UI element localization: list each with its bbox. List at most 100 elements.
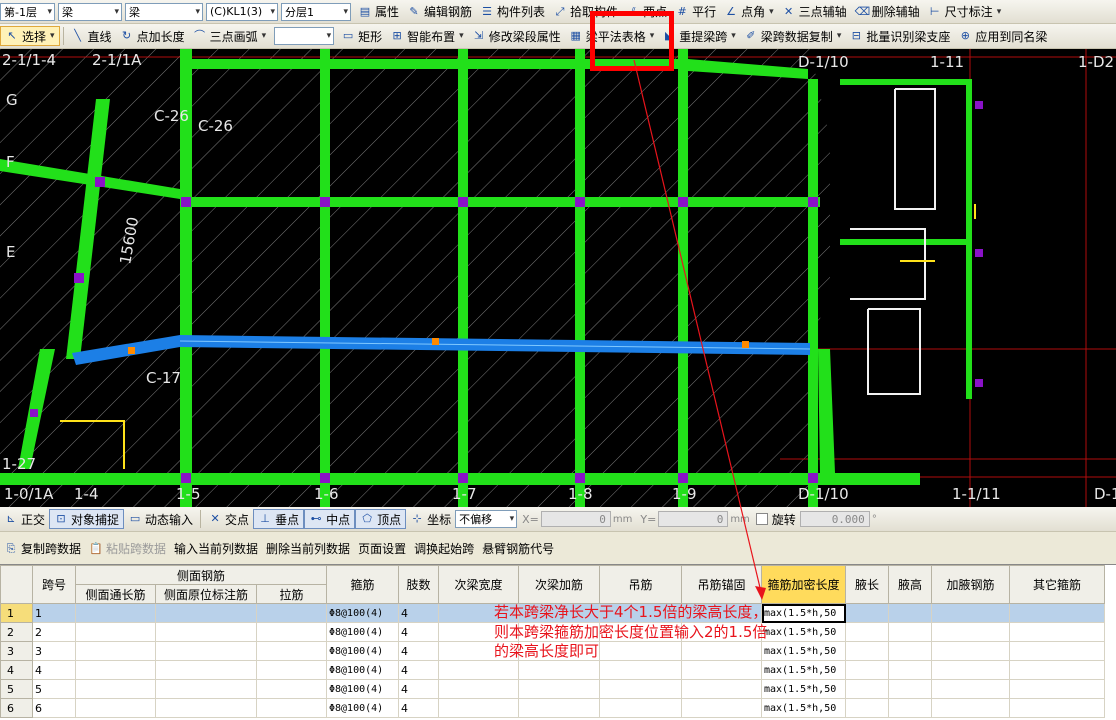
swap-start-span-button[interactable]: 调换起始跨 bbox=[410, 539, 478, 559]
hanger-cell[interactable] bbox=[599, 603, 682, 623]
rectangle-button[interactable]: ▭ 矩形 bbox=[337, 26, 386, 46]
row-number[interactable]: 4 bbox=[0, 660, 33, 680]
modify-segment-button[interactable]: ⇲ 修改梁段属性 bbox=[468, 26, 565, 46]
point-length-button[interactable]: ↻ 点加长度 bbox=[116, 26, 189, 46]
haunch-height-cell[interactable] bbox=[888, 641, 932, 661]
secondary-add-cell[interactable] bbox=[518, 698, 600, 718]
select-button[interactable]: ↖ 选择 ▾ bbox=[0, 26, 60, 46]
haunch-rebar-cell[interactable] bbox=[931, 660, 1010, 680]
hanger-anchor-cell[interactable] bbox=[681, 641, 762, 661]
hanger-cell[interactable] bbox=[599, 622, 682, 642]
rotate-checkbox[interactable] bbox=[755, 513, 768, 525]
side-long-cell[interactable] bbox=[75, 603, 156, 623]
span-cell[interactable]: 2 bbox=[32, 622, 76, 642]
table-row[interactable]: 5 5 Φ8@100(4) 4 max(1.5*h,50 bbox=[0, 679, 1105, 699]
x-offset-input[interactable] bbox=[540, 511, 611, 527]
secondary-width-cell[interactable] bbox=[438, 622, 519, 642]
hanger-anchor-cell[interactable] bbox=[681, 622, 762, 642]
secondary-width-cell[interactable] bbox=[438, 603, 519, 623]
beam-table-button[interactable]: ▦ 梁平法表格 ▾ bbox=[565, 26, 659, 46]
row-number[interactable]: 5 bbox=[0, 679, 33, 699]
side-orig-cell[interactable] bbox=[155, 622, 257, 642]
other-stirrup-cell[interactable] bbox=[1009, 698, 1105, 718]
stirrup-cell[interactable]: Φ8@100(4) bbox=[326, 603, 399, 623]
haunch-rebar-cell[interactable] bbox=[931, 679, 1010, 699]
haunch-length-cell[interactable] bbox=[845, 641, 889, 661]
delete-column-button[interactable]: 删除当前列数据 bbox=[262, 539, 354, 559]
legs-cell[interactable]: 4 bbox=[398, 660, 439, 680]
table-row[interactable]: 4 4 Φ8@100(4) 4 max(1.5*h,50 bbox=[0, 660, 1105, 680]
haunch-height-cell[interactable] bbox=[888, 679, 932, 699]
table-row[interactable]: 6 6 Φ8@100(4) 4 max(1.5*h,50 bbox=[0, 698, 1105, 718]
secondary-add-cell[interactable] bbox=[518, 641, 600, 661]
layer-select[interactable]: 分层1 bbox=[281, 2, 351, 21]
copy-span-button[interactable]: ⎘ 复制跨数据 bbox=[0, 539, 85, 559]
dense-length-cell[interactable]: max(1.5*h,50 bbox=[761, 641, 846, 661]
haunch-length-cell[interactable] bbox=[845, 603, 889, 623]
side-orig-header[interactable]: 侧面原位标注筋 bbox=[155, 584, 257, 604]
secondary-width-cell[interactable] bbox=[438, 660, 519, 680]
secondary-add-cell[interactable] bbox=[518, 660, 600, 680]
paste-span-button[interactable]: 📋 粘贴跨数据 bbox=[85, 539, 170, 559]
other-stirrup-cell[interactable] bbox=[1009, 660, 1105, 680]
hanger-cell[interactable] bbox=[599, 679, 682, 699]
other-stirrup-cell[interactable] bbox=[1009, 641, 1105, 661]
other-stirrup-cell[interactable] bbox=[1009, 679, 1105, 699]
tie-cell[interactable] bbox=[256, 641, 327, 661]
side-long-cell[interactable] bbox=[75, 679, 156, 699]
perpendicular-snap-button[interactable]: ⊥ 垂点 bbox=[253, 509, 305, 529]
haunch-height-cell[interactable] bbox=[888, 660, 932, 680]
pick-component-button[interactable]: ⤢ 拾取构件 bbox=[549, 2, 622, 22]
haunch-height-header[interactable]: 腋高 bbox=[888, 565, 932, 604]
two-point-button[interactable]: ⫽ 两点 bbox=[622, 2, 671, 22]
line-button[interactable]: ╲ 直线 bbox=[67, 26, 116, 46]
legs-header[interactable]: 肢数 bbox=[398, 565, 439, 604]
table-row[interactable]: 3 3 Φ8@100(4) 4 max(1.5*h,50 bbox=[0, 641, 1105, 661]
span-cell[interactable]: 5 bbox=[32, 679, 76, 699]
haunch-length-cell[interactable] bbox=[845, 679, 889, 699]
haunch-rebar-cell[interactable] bbox=[931, 641, 1010, 661]
dimension-button[interactable]: ⊢ 尺寸标注 ▾ bbox=[924, 2, 1006, 22]
legs-cell[interactable]: 4 bbox=[398, 641, 439, 661]
hanger-cell[interactable] bbox=[599, 698, 682, 718]
hanger-anchor-cell[interactable] bbox=[681, 660, 762, 680]
table-row[interactable]: 2 2 Φ8@100(4) 4 max(1.5*h,50 bbox=[0, 622, 1105, 642]
page-setup-button[interactable]: 页面设置 bbox=[354, 539, 410, 559]
properties-button[interactable]: ▤ 属性 bbox=[354, 2, 403, 22]
stirrup-cell[interactable]: Φ8@100(4) bbox=[326, 622, 399, 642]
y-offset-input[interactable] bbox=[658, 511, 729, 527]
copy-span-data-button[interactable]: ✐ 梁跨数据复制 ▾ bbox=[740, 26, 846, 46]
offset-mode-select[interactable]: 不偏移 bbox=[455, 510, 518, 528]
secondary-add-header[interactable]: 次梁加筋 bbox=[518, 565, 600, 604]
delete-axis-button[interactable]: ⌫ 删除辅轴 bbox=[851, 2, 924, 22]
tie-cell[interactable] bbox=[256, 603, 327, 623]
edit-rebar-button[interactable]: ✎ 编辑钢筋 bbox=[403, 2, 476, 22]
dense-length-cell[interactable]: max(1.5*h,50 bbox=[761, 660, 846, 680]
haunch-rebar-header[interactable]: 加腋钢筋 bbox=[931, 565, 1010, 604]
input-column-button[interactable]: 输入当前列数据 bbox=[170, 539, 262, 559]
legs-cell[interactable]: 4 bbox=[398, 622, 439, 642]
re-extract-span-button[interactable]: ◣ 重提梁跨 ▾ bbox=[658, 26, 740, 46]
haunch-length-cell[interactable] bbox=[845, 660, 889, 680]
other-stirrup-cell[interactable] bbox=[1009, 603, 1105, 623]
haunch-rebar-cell[interactable] bbox=[931, 698, 1010, 718]
dense-length-header[interactable]: 箍筋加密长度 bbox=[761, 565, 846, 604]
rotate-input[interactable] bbox=[799, 511, 870, 527]
three-point-arc-button[interactable]: ⌒ 三点画弧 ▾ bbox=[189, 26, 271, 46]
secondary-width-header[interactable]: 次梁宽度 bbox=[438, 565, 519, 604]
other-stirrup-cell[interactable] bbox=[1009, 622, 1105, 642]
secondary-add-cell[interactable] bbox=[518, 603, 600, 623]
haunch-height-cell[interactable] bbox=[888, 603, 932, 623]
side-long-cell[interactable] bbox=[75, 641, 156, 661]
row-number[interactable]: 6 bbox=[0, 698, 33, 718]
point-angle-button[interactable]: ∠ 点角 ▾ bbox=[720, 2, 778, 22]
stirrup-cell[interactable]: Φ8@100(4) bbox=[326, 679, 399, 699]
haunch-rebar-cell[interactable] bbox=[931, 603, 1010, 623]
vertex-snap-button[interactable]: ⬠ 顶点 bbox=[355, 509, 407, 529]
hanger-anchor-cell[interactable] bbox=[681, 698, 762, 718]
three-point-axis-button[interactable]: ✕ 三点辅轴 bbox=[778, 2, 851, 22]
parallel-button[interactable]: # 平行 bbox=[671, 2, 720, 22]
span-cell[interactable]: 4 bbox=[32, 660, 76, 680]
haunch-height-cell[interactable] bbox=[888, 622, 932, 642]
secondary-width-cell[interactable] bbox=[438, 641, 519, 661]
